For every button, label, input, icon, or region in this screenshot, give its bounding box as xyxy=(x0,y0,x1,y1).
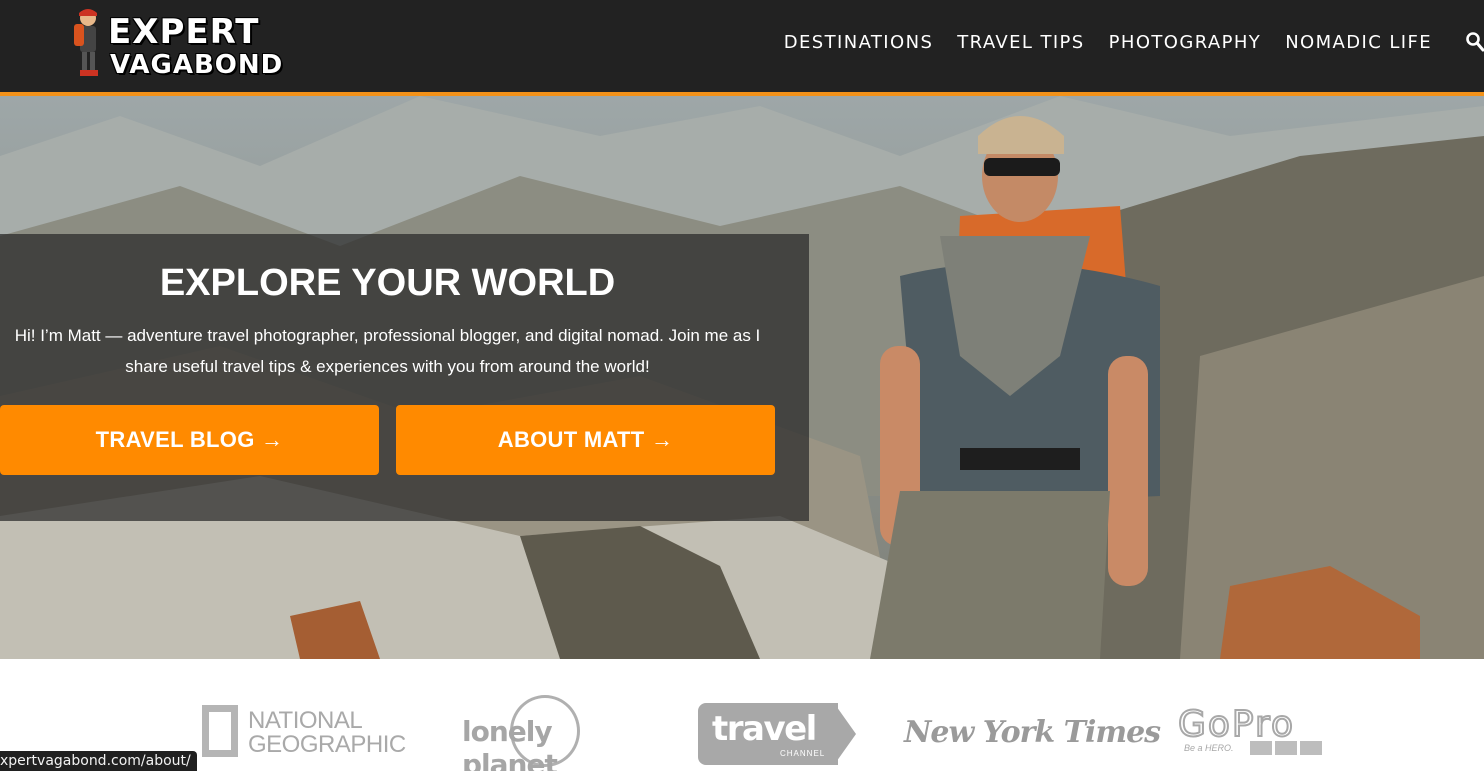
new-york-times-logo: New York Times xyxy=(904,715,1161,750)
mascot-icon xyxy=(74,9,98,76)
press-logos-bar: NATIONAL GEOGRAPHIC lonely planet travel… xyxy=(0,659,1484,771)
lonely-planet-text: lonely planet xyxy=(462,715,558,771)
hero-intro-text: Hi! I’m Matt — adventure travel photogra… xyxy=(14,326,761,376)
national-geographic-line1: NATIONAL xyxy=(248,707,363,734)
national-geographic-frame-icon xyxy=(202,705,238,757)
hero-section: EXPLORE YOUR WORLD Hi! I’m Matt — advent… xyxy=(0,96,1484,659)
gopro-squares-icon xyxy=(1250,741,1322,755)
gopro-logo: GoPro Be a HERO. xyxy=(1177,704,1358,767)
nav-destinations[interactable]: DESTINATIONS xyxy=(784,32,934,54)
gopro-text: GoPro xyxy=(1177,704,1296,745)
search-icon[interactable] xyxy=(1466,32,1484,52)
travel-channel-arrow-icon xyxy=(834,703,856,765)
status-bar-url: xpertvagabond.com/about/ xyxy=(0,751,197,771)
travel-channel-subtext: CHANNEL xyxy=(780,749,826,758)
nav-travel-tips[interactable]: TRAVEL TIPS xyxy=(957,32,1084,54)
site-header: EXPERT VAGABOND DESTINATIONS TRAVEL TIPS… xyxy=(0,0,1484,92)
site-logo[interactable]: EXPERT VAGABOND xyxy=(68,4,282,84)
nav-photography[interactable]: PHOTOGRAPHY xyxy=(1109,32,1262,54)
travel-blog-button[interactable]: TRAVEL BLOG → xyxy=(0,405,379,475)
travel-channel-logo: travel CHANNEL xyxy=(698,703,858,765)
logo-text-line1: EXPERT xyxy=(108,12,260,52)
travel-channel-text: travel xyxy=(712,709,817,749)
main-nav: DESTINATIONS TRAVEL TIPS PHOTOGRAPHY NOM… xyxy=(784,32,1432,54)
gopro-tagline: Be a HERO. xyxy=(1184,743,1234,753)
national-geographic-line2: GEOGRAPHIC xyxy=(248,731,406,758)
nav-nomadic-life[interactable]: NOMADIC LIFE xyxy=(1285,32,1432,54)
hero-title: EXPLORE YOUR WORLD xyxy=(159,262,616,304)
lonely-planet-logo: lonely planet xyxy=(460,695,630,771)
about-matt-button[interactable]: ABOUT MATT → xyxy=(396,405,775,475)
logo-text-line2: VAGABOND xyxy=(110,50,284,80)
national-geographic-logo: NATIONAL GEOGRAPHIC xyxy=(200,703,406,763)
